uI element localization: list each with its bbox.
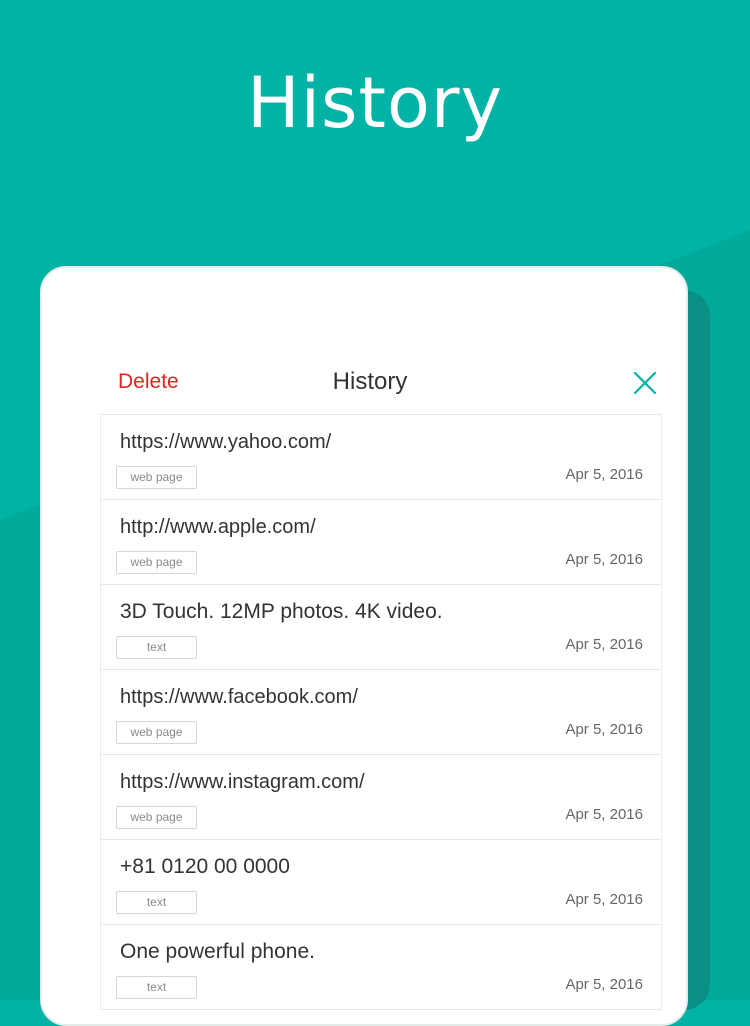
nav-bar: Delete History [100, 364, 660, 414]
item-date: Apr 5, 2016 [565, 721, 643, 738]
history-list: https://www.yahoo.com/ web page Apr 5, 2… [100, 414, 662, 1010]
item-title: https://www.yahoo.com/ [120, 431, 332, 453]
item-type-badge: web page [116, 721, 197, 744]
item-type-badge: text [116, 891, 197, 914]
item-type-badge: web page [116, 551, 197, 574]
nav-title: History [332, 368, 408, 395]
list-item[interactable]: https://www.facebook.com/ web page Apr 5… [101, 670, 661, 755]
list-item[interactable]: 3D Touch. 12MP photos. 4K video. text Ap… [101, 585, 661, 670]
device-frame: Delete History https://www.yahoo.com/ we… [40, 266, 688, 1026]
item-date: Apr 5, 2016 [565, 466, 643, 483]
item-title: http://www.apple.com/ [120, 516, 316, 538]
item-date: Apr 5, 2016 [565, 636, 643, 653]
item-date: Apr 5, 2016 [565, 806, 643, 823]
list-item[interactable]: http://www.apple.com/ web page Apr 5, 20… [101, 500, 661, 585]
item-type-badge: web page [116, 466, 197, 489]
item-date: Apr 5, 2016 [565, 551, 643, 568]
close-icon[interactable] [630, 368, 660, 398]
item-title: https://www.instagram.com/ [120, 771, 365, 793]
item-title: https://www.facebook.com/ [120, 686, 358, 708]
item-date: Apr 5, 2016 [565, 891, 643, 908]
list-item[interactable]: +81 0120 00 0000 text Apr 5, 2016 [101, 840, 661, 925]
item-type-badge: web page [116, 806, 197, 829]
list-item[interactable]: https://www.instagram.com/ web page Apr … [101, 755, 661, 840]
item-type-badge: text [116, 636, 197, 659]
item-type-badge: text [116, 976, 197, 999]
item-title: +81 0120 00 0000 [120, 855, 290, 878]
item-title: 3D Touch. 12MP photos. 4K video. [120, 600, 443, 623]
item-title: One powerful phone. [120, 940, 315, 963]
list-item[interactable]: One powerful phone. text Apr 5, 2016 [101, 925, 661, 1010]
item-date: Apr 5, 2016 [565, 976, 643, 993]
list-item[interactable]: https://www.yahoo.com/ web page Apr 5, 2… [101, 415, 661, 500]
promo-title: History [246, 62, 504, 144]
